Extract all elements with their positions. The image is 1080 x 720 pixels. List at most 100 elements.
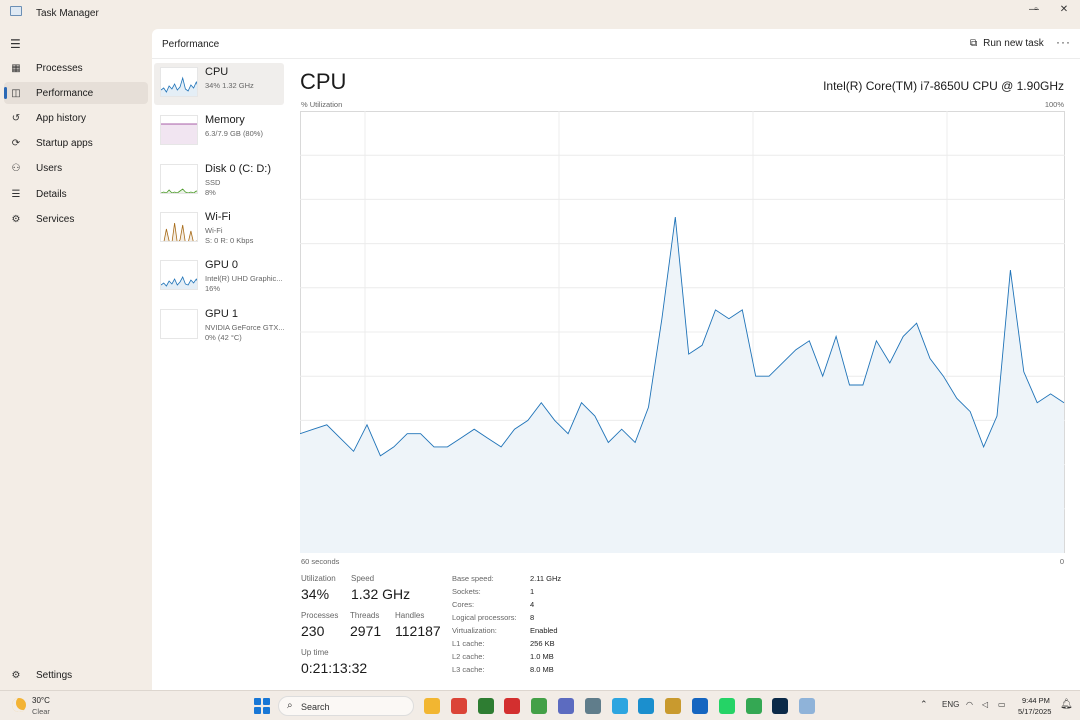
- main-panel: Performance ⧉ Run new task ··· CPU 34% 1.…: [152, 29, 1080, 690]
- device-detail: 34% 1.32 GHz: [205, 81, 254, 90]
- notifications-bell-icon[interactable]: 🔔︎: [1060, 699, 1073, 710]
- device-item-gpu[interactable]: GPU 0 Intel(R) UHD Graphic... 16%: [154, 256, 284, 298]
- volume-icon[interactable]: ◁: [982, 700, 988, 709]
- device-detail: 6.3/7.9 GB (80%): [205, 129, 263, 139]
- battery-icon[interactable]: ▭: [998, 700, 1006, 709]
- vpn-icon[interactable]: [692, 698, 708, 714]
- photoshop-icon[interactable]: [772, 698, 789, 714]
- x-axis-right-label: 0: [1059, 557, 1064, 566]
- uptime-value: 0:21:13:32: [301, 660, 368, 676]
- windows-logo-tile: [254, 707, 261, 714]
- edge-icon[interactable]: [638, 698, 655, 714]
- whatsapp-icon[interactable]: [718, 698, 735, 714]
- acrobat-icon[interactable]: [504, 698, 521, 714]
- device-thumbnail-graph: [160, 308, 198, 339]
- y-axis-label: % Utilization: [301, 100, 343, 109]
- device-item-memory[interactable]: Memory 6.3/7.9 GB (80%): [154, 111, 284, 153]
- device-detail: Wi-Fi: [205, 225, 223, 235]
- spec-label: Sockets:: [452, 587, 481, 596]
- processes-value: 230: [301, 623, 325, 639]
- file-explorer-icon[interactable]: [424, 698, 440, 714]
- nav-item-services[interactable]: ⚙ Services: [4, 208, 148, 230]
- spec-label: Logical processors:: [452, 613, 517, 622]
- hamburger-menu-icon[interactable]: ☰: [10, 37, 21, 51]
- device-thumbnail-graph: [160, 211, 198, 242]
- green-app-icon[interactable]: [531, 698, 548, 714]
- nav-item-label: App history: [36, 112, 87, 124]
- device-name: GPU 1: [205, 307, 239, 320]
- spec-value: 2.11 GHz: [530, 574, 562, 583]
- nav-item-label: Performance: [36, 87, 94, 99]
- spec-label: Cores:: [452, 600, 475, 609]
- run-task-icon: ⧉: [970, 38, 978, 49]
- device-item-wifi[interactable]: Wi-Fi Wi-Fi S: 0 R: 0 Kbps: [154, 208, 284, 250]
- more-options-button[interactable]: ···: [1056, 35, 1071, 49]
- show-hidden-icons-chevron-icon[interactable]: ⌃: [920, 699, 928, 710]
- tools-app-icon[interactable]: [558, 698, 574, 714]
- speed-label: Speed: [351, 574, 375, 583]
- spec-label: L3 cache:: [452, 665, 485, 674]
- speed-value: 1.32 GHz: [351, 586, 411, 602]
- spec-value: Enabled: [530, 626, 558, 635]
- spec-value: 1.0 MB: [530, 652, 554, 661]
- drive-icon[interactable]: [745, 698, 762, 714]
- device-detail: 16%: [205, 284, 221, 294]
- device-item-cpu[interactable]: CPU 34% 1.32 GHz: [154, 63, 284, 105]
- ninja-app-icon[interactable]: [477, 698, 494, 714]
- clock-time[interactable]: 9:44 PM: [1022, 696, 1050, 705]
- aljazeera-icon[interactable]: [665, 698, 682, 714]
- taskbar-search[interactable]: ⌕ Search: [278, 696, 414, 716]
- weather-moon-icon[interactable]: [12, 698, 26, 712]
- task-manager-icon[interactable]: [799, 698, 816, 714]
- device-detail: Intel(R) UHD Graphic...: [205, 274, 283, 284]
- nav-item-label: Processes: [36, 62, 83, 74]
- nav-item-label: Startup apps: [36, 138, 93, 150]
- uptime-label: Up time: [301, 648, 329, 657]
- device-thumbnail-graph: [160, 67, 198, 97]
- weather-condition[interactable]: Clear: [32, 707, 50, 716]
- wifi-icon[interactable]: ◠: [966, 700, 973, 709]
- task-manager-app-icon: [10, 6, 22, 16]
- weather-temperature[interactable]: 30°C: [32, 696, 50, 705]
- language-indicator[interactable]: ENG: [942, 700, 959, 709]
- clock-date[interactable]: 5/17/2025: [1018, 707, 1051, 716]
- utilization-label: Utilization: [301, 574, 336, 583]
- search-icon: ⌕: [287, 700, 293, 711]
- nav-item-performance[interactable]: ◫ Performance: [4, 82, 148, 105]
- page-title: Performance: [162, 39, 220, 50]
- nav-item-startup-apps[interactable]: ⟳ Startup apps: [4, 133, 148, 155]
- chrome-icon[interactable]: [450, 698, 467, 714]
- device-item-gpu[interactable]: GPU 1 NVIDIA GeForce GTX... 0% (42 °C): [154, 305, 285, 347]
- spec-value: 256 KB: [530, 639, 555, 648]
- nav-item-processes[interactable]: ▦ Processes: [4, 57, 148, 79]
- start-button[interactable]: [254, 698, 270, 714]
- spec-value: 4: [530, 600, 535, 609]
- windows-logo-tile: [263, 698, 270, 705]
- nav-item-label: Details: [36, 188, 67, 200]
- thumbnail-area: [161, 124, 197, 145]
- handles-label: Handles: [395, 611, 425, 620]
- device-thumbnail-graph: [160, 115, 198, 146]
- cpu-utilization-graph: [300, 111, 1065, 553]
- device-thumbnail-graph: [160, 260, 198, 291]
- left-navigation: ☰ ▦ Processes ◫ Performance ↺ App history ⟳ Sta…: [0, 28, 152, 690]
- calculator-icon[interactable]: [584, 698, 601, 714]
- spec-label: Virtualization:: [452, 626, 497, 635]
- nav-item-app-history[interactable]: ↺ App history: [4, 107, 148, 129]
- device-name: Memory: [205, 114, 245, 127]
- device-item-disk[interactable]: Disk 0 (C: D:) SSD 8%: [154, 160, 284, 202]
- nav-item-label: Users: [36, 163, 63, 175]
- run-new-task-button[interactable]: ⧉ Run new task: [970, 38, 1044, 49]
- cpu-model: Intel(R) Core(TM) i7-8650U CPU @ 1.90GHz: [823, 79, 1064, 93]
- close-button[interactable]: ✕: [1054, 3, 1074, 17]
- nav-item-users[interactable]: ⚇ Users: [4, 158, 148, 180]
- nav-item-details[interactable]: ☰ Details: [4, 183, 148, 205]
- spec-label: L2 cache:: [452, 652, 485, 661]
- restore-button[interactable]: ▫: [1026, 3, 1046, 17]
- device-name: Wi-Fi: [205, 210, 231, 223]
- device-detail: NVIDIA GeForce GTX...: [205, 322, 285, 332]
- device-name: CPU: [205, 66, 229, 78]
- nav-item-settings[interactable]: ⚙ Settings: [4, 664, 148, 686]
- handles-value: 112187: [395, 623, 441, 639]
- telegram-icon[interactable]: [611, 698, 628, 714]
